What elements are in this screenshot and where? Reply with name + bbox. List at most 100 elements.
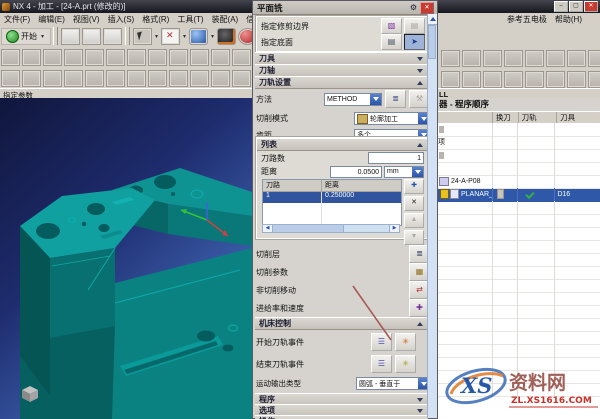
method-combo[interactable]: METHOD bbox=[324, 92, 382, 106]
toolbar-icon[interactable] bbox=[85, 69, 104, 87]
toolbar-icon[interactable] bbox=[127, 69, 146, 87]
table-row-empty[interactable] bbox=[438, 200, 600, 215]
cursor-icon[interactable] bbox=[133, 27, 153, 45]
toolbar-icon[interactable] bbox=[525, 71, 544, 88]
maximize-button[interactable]: ▢ bbox=[569, 1, 583, 12]
toolbar-icon[interactable] bbox=[462, 71, 481, 88]
toolbar-icon[interactable] bbox=[546, 50, 565, 67]
tree-item[interactable] bbox=[438, 148, 600, 163]
gear-icon[interactable]: ⚙ bbox=[410, 2, 417, 13]
combo-arrow-icon[interactable] bbox=[412, 166, 423, 177]
menu-item[interactable]: 编辑(E) bbox=[34, 14, 69, 25]
toolbar-icon[interactable] bbox=[441, 71, 460, 88]
horizontal-scrollbar[interactable]: ◀ ▶ bbox=[262, 224, 400, 233]
scroll-up-icon[interactable] bbox=[428, 14, 437, 25]
tree-item[interactable] bbox=[438, 123, 600, 137]
toolbar-icon[interactable] bbox=[483, 50, 502, 67]
toolbar-icon[interactable] bbox=[504, 50, 523, 67]
dialog-close-icon[interactable]: ✕ bbox=[420, 1, 434, 14]
section-machine-control[interactable]: 机床控制 bbox=[255, 317, 428, 330]
tree-item-operation[interactable]: PLANAR_MILL D16 bbox=[438, 187, 600, 202]
toolbar-icon[interactable] bbox=[483, 71, 502, 88]
toolbar-icon[interactable] bbox=[441, 50, 460, 67]
menu-item[interactable]: 帮助(H) bbox=[551, 14, 586, 25]
scrollbar-thumb[interactable] bbox=[428, 25, 436, 59]
toolbar-icon[interactable] bbox=[106, 69, 125, 87]
table-row-empty[interactable] bbox=[438, 304, 600, 319]
combo-arrow-icon[interactable] bbox=[370, 93, 381, 105]
toolbar-icon[interactable] bbox=[169, 69, 188, 87]
toolbar-icon[interactable] bbox=[567, 50, 586, 67]
toolbar-icon[interactable] bbox=[211, 49, 230, 66]
motion-output-combo[interactable]: 圆弧 - 垂直于 bbox=[356, 377, 430, 390]
menu-item[interactable]: 装配(A) bbox=[208, 14, 243, 25]
toolbar-icon[interactable] bbox=[1, 69, 20, 87]
dialog-titlebar[interactable]: 平面铣 ⚙ ✕ bbox=[253, 1, 437, 15]
menu-item[interactable]: 工具(T) bbox=[173, 14, 207, 25]
table-row-empty[interactable] bbox=[438, 278, 600, 293]
end-event-icon[interactable]: ✳ bbox=[395, 355, 416, 373]
toolbar-icon[interactable] bbox=[546, 71, 565, 88]
toolbar-icon[interactable] bbox=[190, 69, 209, 87]
toolbar-icon[interactable] bbox=[169, 49, 188, 66]
toolbar-icon[interactable] bbox=[232, 49, 251, 66]
toolbar-icon[interactable] bbox=[22, 69, 41, 87]
method-group-icon[interactable]: ≣ bbox=[385, 90, 406, 108]
toolbar-icon[interactable] bbox=[588, 50, 600, 67]
start-event-edit-icon[interactable]: ☰ bbox=[371, 333, 392, 351]
move-down-button[interactable]: ▼ bbox=[404, 230, 424, 245]
floor-pick-icon[interactable]: ➤ bbox=[404, 34, 425, 50]
toolbar-icon[interactable] bbox=[211, 69, 230, 87]
table-row-empty[interactable] bbox=[438, 382, 600, 397]
table-row-empty[interactable] bbox=[263, 203, 401, 214]
toolbar-icon[interactable] bbox=[190, 49, 209, 66]
document-icon[interactable] bbox=[82, 27, 102, 45]
distance-unit-combo[interactable]: mm bbox=[384, 165, 424, 178]
table-row-empty[interactable] bbox=[438, 265, 600, 280]
tree-item[interactable]: 项 bbox=[438, 135, 600, 150]
distance-field[interactable]: 0.0500 bbox=[330, 165, 382, 178]
vertical-scrollbar[interactable] bbox=[427, 14, 437, 418]
toolbar-icon[interactable] bbox=[504, 71, 523, 88]
menu-item[interactable]: 参考五电极 bbox=[503, 14, 551, 25]
toolbar-icon[interactable] bbox=[148, 49, 167, 66]
trim-display-icon[interactable]: ▤ bbox=[404, 18, 425, 34]
table-row-empty[interactable] bbox=[438, 213, 600, 228]
scroll-left-icon[interactable]: ◀ bbox=[263, 225, 273, 232]
start-button[interactable]: 开始 ▾ bbox=[1, 27, 52, 45]
checkbox-x-icon[interactable] bbox=[161, 27, 181, 45]
table-row-empty[interactable] bbox=[438, 317, 600, 332]
toolbar-icon[interactable] bbox=[106, 49, 125, 66]
toolbar-icon[interactable] bbox=[462, 50, 481, 67]
blue-sphere-icon[interactable] bbox=[189, 27, 209, 45]
section-actions[interactable]: 操作 bbox=[255, 415, 428, 419]
toolbar-icon[interactable] bbox=[567, 71, 586, 88]
close-icon[interactable]: ✕ bbox=[584, 1, 598, 12]
table-row-empty[interactable] bbox=[438, 226, 600, 241]
toolbar-icon[interactable] bbox=[64, 69, 83, 87]
dark-sphere-icon[interactable] bbox=[217, 27, 237, 45]
scroll-right-icon[interactable]: ▶ bbox=[389, 225, 399, 232]
menu-item[interactable]: 文件(F) bbox=[0, 14, 34, 25]
toolbar-icon[interactable] bbox=[85, 49, 104, 66]
move-up-button[interactable]: ▲ bbox=[404, 213, 424, 228]
table-row-empty[interactable] bbox=[438, 252, 600, 267]
toolbar-icon[interactable] bbox=[127, 49, 146, 66]
document-icon[interactable] bbox=[61, 27, 81, 45]
table-row-empty[interactable] bbox=[438, 356, 600, 371]
menu-item[interactable]: 格式(R) bbox=[138, 14, 173, 25]
toolbar-icon[interactable] bbox=[22, 49, 41, 66]
toolbar-icon[interactable] bbox=[588, 71, 600, 88]
delete-set-button[interactable]: ✕ bbox=[404, 196, 424, 211]
toolbar-icon[interactable] bbox=[232, 69, 251, 87]
toolbar-icon[interactable] bbox=[43, 69, 62, 87]
add-set-button[interactable]: ✚ bbox=[404, 179, 424, 194]
minimize-button[interactable]: – bbox=[554, 1, 568, 12]
table-row-empty[interactable] bbox=[438, 291, 600, 306]
table-row-empty[interactable] bbox=[438, 343, 600, 358]
table-row-selected[interactable]: 1 0.250000 bbox=[263, 192, 401, 203]
cut-mode-combo[interactable]: 轮廓加工 bbox=[354, 112, 430, 125]
toolbar-icon[interactable] bbox=[148, 69, 167, 87]
viewport-3d[interactable] bbox=[0, 98, 252, 419]
trim-boundary-icon[interactable]: ▧ bbox=[381, 18, 402, 34]
